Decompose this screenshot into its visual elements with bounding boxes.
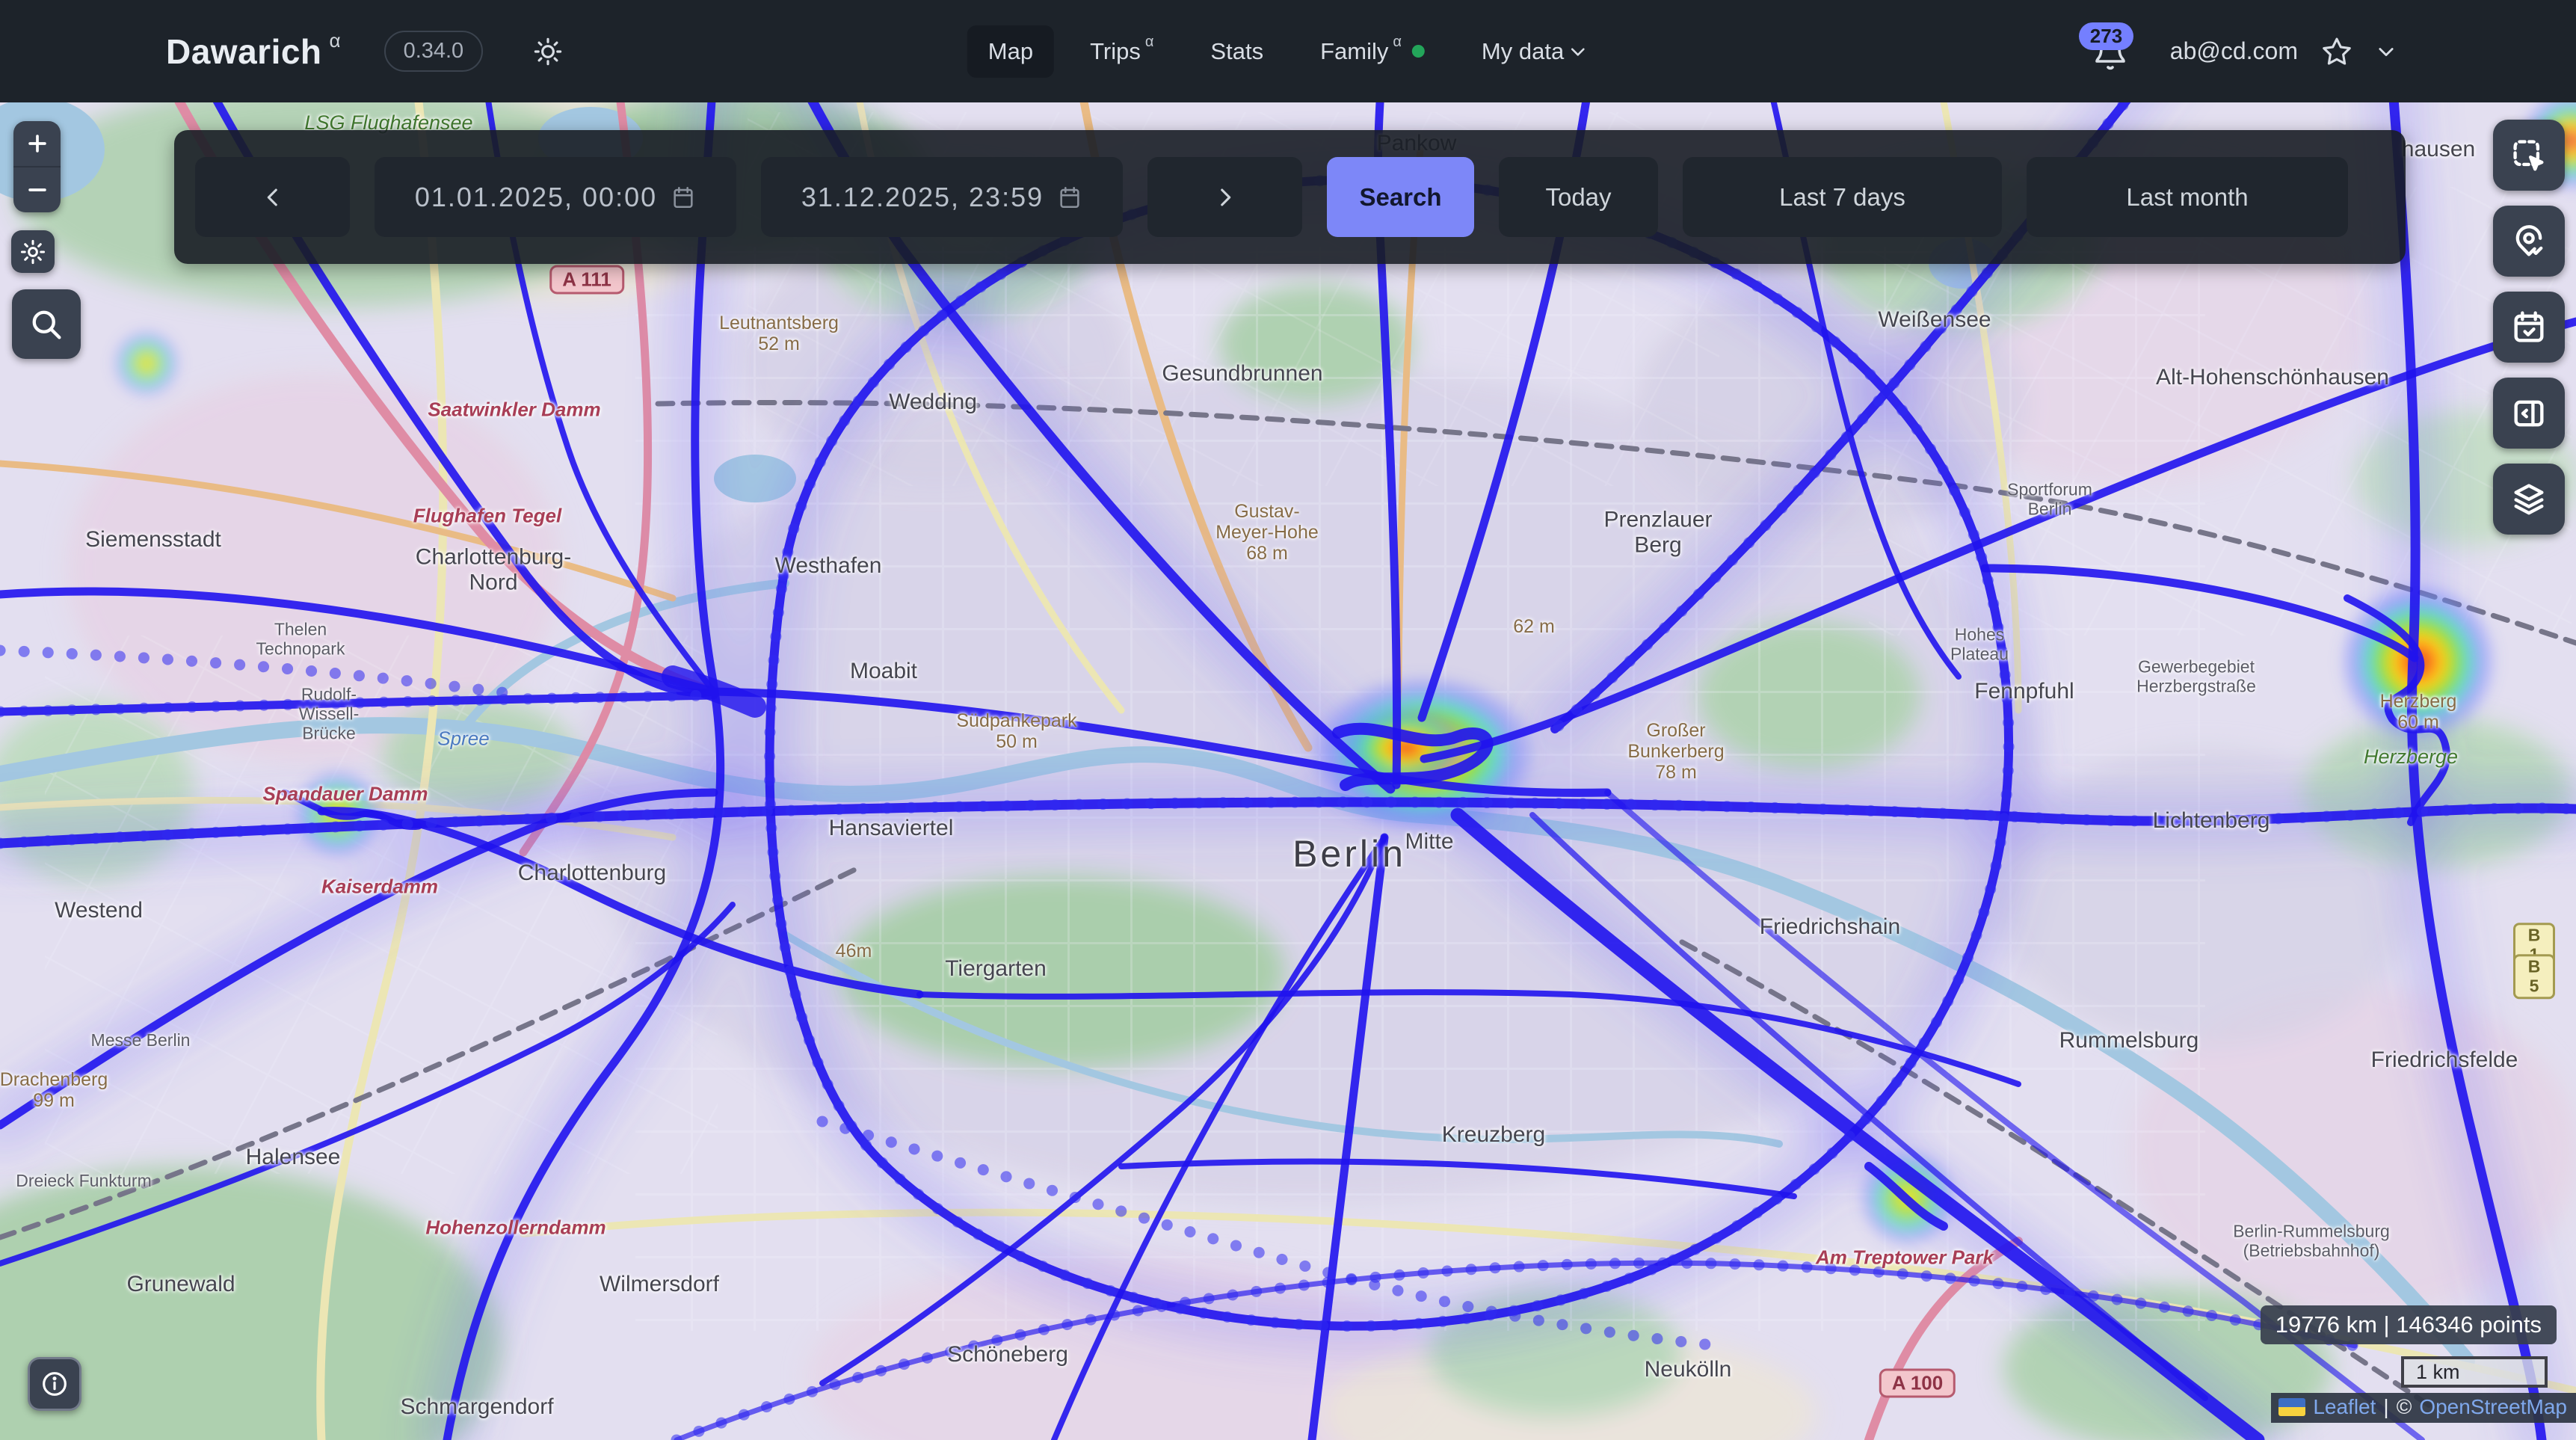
map-info-button[interactable] (28, 1357, 81, 1411)
chevron-right-icon (1212, 185, 1238, 210)
date-filter-toolbar: 01.01.2025, 00:00 31.12.2025, 23:59 Sear… (174, 130, 2406, 264)
tab-map[interactable]: Map (967, 25, 1054, 78)
chevron-down-icon (1568, 42, 1588, 61)
tab-stats-label: Stats (1210, 38, 1263, 65)
calendar-icon (1057, 185, 1082, 210)
family-alpha-sup: α (1393, 34, 1402, 51)
previous-period-button[interactable] (195, 157, 350, 237)
map-search-button[interactable] (12, 289, 81, 359)
openstreetmap-link[interactable]: OpenStreetMap (2419, 1395, 2567, 1419)
toggle-panel-button[interactable] (2493, 378, 2565, 449)
tab-family-label: Family (1320, 38, 1388, 65)
last-7-days-button[interactable]: Last 7 days (1683, 157, 2002, 237)
plus-icon (25, 131, 50, 156)
app-alpha-badge: α (330, 29, 341, 52)
tab-my-data[interactable]: My data (1461, 25, 1609, 78)
last-month-button[interactable]: Last month (2027, 157, 2348, 237)
select-area-cursor-icon (2509, 136, 2548, 175)
date-from-value: 01.01.2025, 00:00 (415, 182, 657, 213)
app-logo[interactable]: Dawarich α (166, 31, 341, 72)
main-menu: Map Trips α Stats Family α My data (967, 0, 1609, 102)
map-pin-check-icon (2509, 222, 2548, 261)
zoom-out-button[interactable] (13, 167, 61, 212)
layers-button[interactable] (2493, 464, 2565, 535)
top-navbar: Dawarich α 0.34.0 Map Trips α Stats Fami… (0, 0, 2576, 102)
layers-icon (2509, 480, 2548, 519)
map-attribution: Leaflet | © OpenStreetMap (2271, 1393, 2576, 1423)
gear-icon (19, 238, 47, 266)
tab-trips-label: Trips (1090, 38, 1141, 65)
info-icon (40, 1369, 70, 1399)
area-select-button[interactable] (2493, 120, 2565, 191)
tab-my-data-label: My data (1482, 38, 1564, 65)
user-menu-chevron-icon[interactable] (2376, 41, 2397, 62)
map-settings-button[interactable] (11, 230, 55, 273)
tab-family[interactable]: Family α (1299, 25, 1446, 78)
date-to-value: 31.12.2025, 23:59 (801, 182, 1044, 213)
trips-alpha-sup: α (1145, 34, 1154, 51)
attribution-separator: | (2383, 1395, 2388, 1419)
leaflet-link[interactable]: Leaflet (2313, 1395, 2376, 1419)
tab-trips[interactable]: Trips α (1069, 25, 1174, 78)
visited-places-button[interactable] (2493, 206, 2565, 277)
navbar-right-group: 273 ab@cd.com (2092, 0, 2397, 102)
date-to-input[interactable]: 31.12.2025, 23:59 (761, 157, 1123, 237)
zoom-in-button[interactable] (13, 121, 61, 167)
tab-map-label: Map (988, 38, 1033, 65)
notifications-button[interactable]: 273 (2092, 27, 2128, 76)
map-scale-bar: 1 km (2401, 1356, 2548, 1388)
chevron-left-icon (260, 185, 286, 210)
next-period-button[interactable] (1147, 157, 1302, 237)
version-badge: 0.34.0 (384, 31, 484, 72)
date-from-input[interactable]: 01.01.2025, 00:00 (375, 157, 736, 237)
tab-stats[interactable]: Stats (1189, 25, 1284, 78)
zoom-control (13, 121, 61, 212)
minus-icon (25, 177, 50, 203)
user-email[interactable]: ab@cd.com (2170, 37, 2298, 65)
map-canvas[interactable]: LSG FlughafenseePankowhausenA 111Leutnan… (0, 102, 2576, 1440)
star-icon[interactable] (2320, 35, 2353, 68)
today-button[interactable]: Today (1499, 157, 1658, 237)
search-icon (27, 305, 66, 344)
distance-points-stats: 19776 km | 146346 points (2261, 1305, 2557, 1344)
search-button[interactable]: Search (1327, 157, 1474, 237)
sun-icon (532, 36, 564, 67)
calendar-check-icon (2509, 308, 2548, 347)
copyright-symbol: © (2397, 1395, 2412, 1419)
theme-toggle-button[interactable] (532, 36, 564, 67)
app-title: Dawarich (166, 31, 322, 72)
dawarich-app: { "app": {"title": "Dawarich", "alpha": … (0, 0, 2576, 1440)
map-tiles (0, 102, 2576, 1440)
notifications-count-badge: 273 (2079, 22, 2133, 50)
calendar-panel-button[interactable] (2493, 292, 2565, 363)
family-online-dot (1412, 45, 1425, 58)
ukraine-flag-icon (2278, 1398, 2305, 1416)
panel-left-icon (2509, 394, 2548, 433)
calendar-icon (671, 185, 696, 210)
